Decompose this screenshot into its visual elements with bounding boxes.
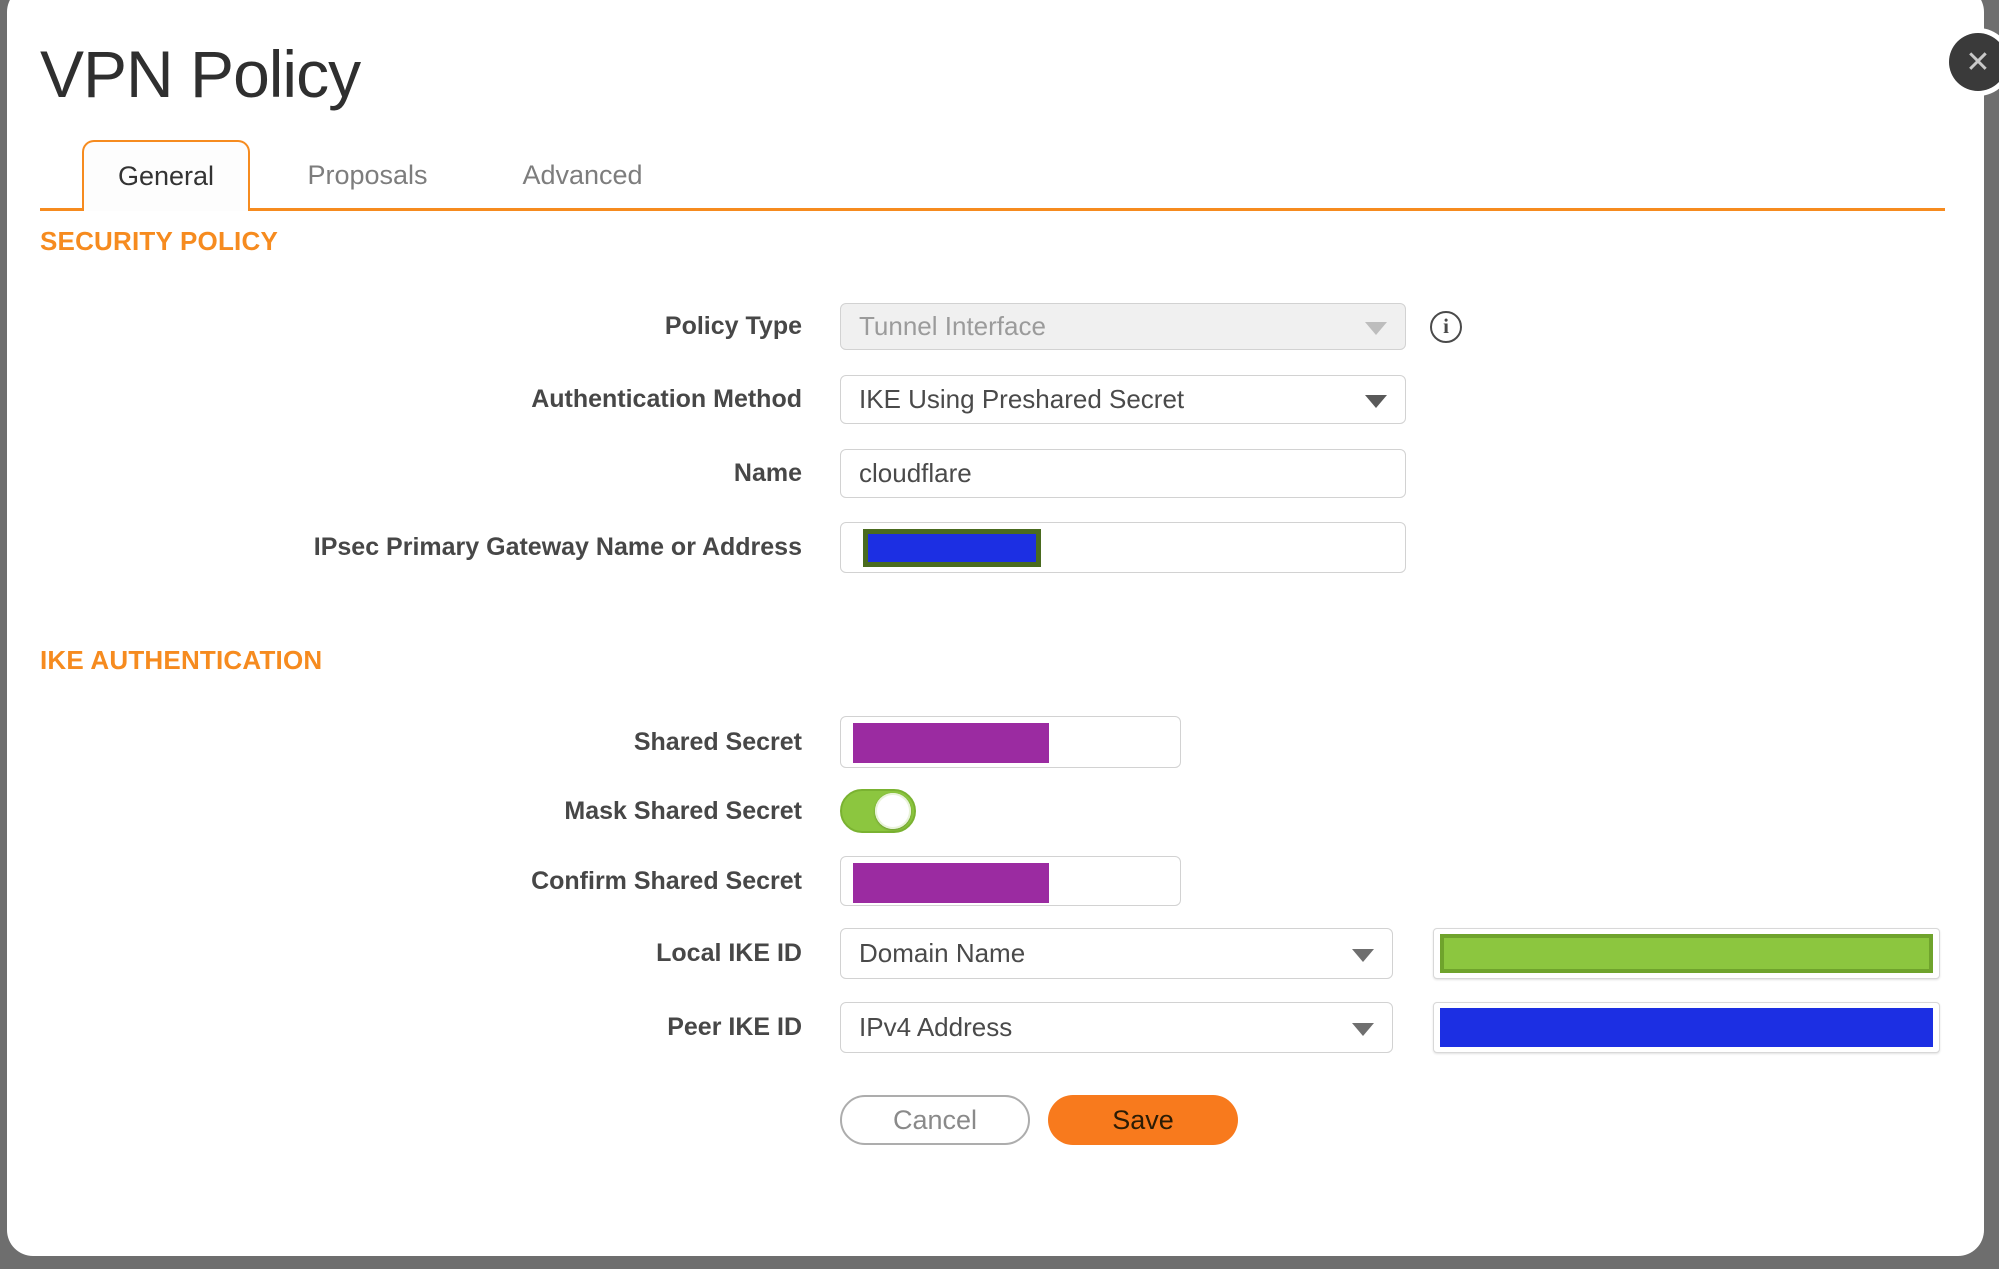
tab-proposals-label: Proposals	[307, 159, 428, 190]
tab-advanced[interactable]: Advanced	[515, 140, 650, 210]
local-ike-id-type-value: Domain Name	[859, 938, 1026, 968]
gateway-row: IPsec Primary Gateway Name or Address	[0, 522, 1999, 573]
mask-shared-secret-label: Mask Shared Secret	[564, 796, 802, 825]
save-button[interactable]: Save	[1048, 1095, 1238, 1145]
info-icon[interactable]: i	[1430, 310, 1462, 343]
authentication-method-label: Authentication Method	[531, 385, 802, 413]
security-policy-heading: SECURITY POLICY	[40, 226, 279, 256]
policy-type-value: Tunnel Interface	[859, 311, 1046, 341]
shared-secret-redaction	[853, 723, 1049, 763]
tab-proposals[interactable]: Proposals	[300, 140, 435, 210]
authentication-method-value: IKE Using Preshared Secret	[859, 384, 1185, 414]
local-ike-id-type-dropdown[interactable]: Domain Name	[840, 928, 1393, 979]
cancel-button[interactable]: Cancel	[840, 1095, 1030, 1145]
chevron-down-icon	[1365, 321, 1387, 335]
shared-secret-label: Shared Secret	[633, 727, 802, 756]
peer-ike-id-value-input[interactable]	[1433, 1002, 1940, 1053]
confirm-shared-secret-row: Confirm Shared Secret	[0, 856, 1999, 906]
mask-shared-secret-row: Mask Shared Secret	[0, 789, 1999, 833]
confirm-shared-secret-redaction	[853, 863, 1049, 903]
peer-ike-id-row: Peer IKE ID IPv4 Address	[0, 1002, 1999, 1053]
page-title: VPN Policy	[40, 37, 361, 111]
policy-type-row: Policy Type Tunnel Interface i	[0, 303, 1999, 350]
mask-shared-secret-toggle[interactable]	[840, 789, 916, 833]
name-row: Name	[0, 449, 1999, 498]
chevron-down-icon	[1365, 394, 1387, 408]
close-icon: ✕	[1965, 45, 1991, 79]
chevron-down-icon	[1352, 948, 1374, 962]
confirm-shared-secret-label: Confirm Shared Secret	[531, 866, 802, 895]
tab-general-label: General	[117, 161, 215, 191]
policy-type-label: Policy Type	[664, 312, 802, 340]
peer-ike-id-redaction	[1440, 1008, 1933, 1047]
authentication-method-dropdown[interactable]: IKE Using Preshared Secret	[840, 375, 1406, 424]
tab-advanced-label: Advanced	[522, 159, 643, 190]
local-ike-id-row: Local IKE ID Domain Name	[0, 928, 1999, 979]
dialog-actions: Cancel Save	[0, 1095, 1999, 1145]
confirm-shared-secret-input[interactable]	[840, 856, 1181, 906]
authentication-method-row: Authentication Method IKE Using Preshare…	[0, 375, 1999, 424]
chevron-down-icon	[1352, 1022, 1374, 1036]
ike-authentication-heading: IKE AUTHENTICATION	[40, 645, 323, 675]
shared-secret-row: Shared Secret	[0, 716, 1999, 768]
peer-ike-id-type-dropdown[interactable]: IPv4 Address	[840, 1002, 1393, 1053]
peer-ike-id-label: Peer IKE ID	[667, 1013, 802, 1041]
close-button[interactable]: ✕	[1949, 33, 1999, 91]
name-label: Name	[733, 459, 802, 487]
tab-general[interactable]: General	[82, 140, 250, 211]
local-ike-id-redaction	[1440, 934, 1933, 973]
peer-ike-id-type-value: IPv4 Address	[859, 1012, 1013, 1042]
gateway-redaction	[863, 529, 1041, 567]
gateway-input[interactable]	[840, 522, 1406, 573]
gateway-label: IPsec Primary Gateway Name or Address	[313, 533, 802, 561]
local-ike-id-label: Local IKE ID	[656, 939, 802, 967]
toggle-knob	[875, 793, 911, 829]
name-input[interactable]	[840, 449, 1406, 498]
shared-secret-input[interactable]	[840, 716, 1181, 768]
local-ike-id-value-input[interactable]	[1433, 928, 1940, 979]
policy-type-dropdown: Tunnel Interface	[840, 303, 1406, 350]
